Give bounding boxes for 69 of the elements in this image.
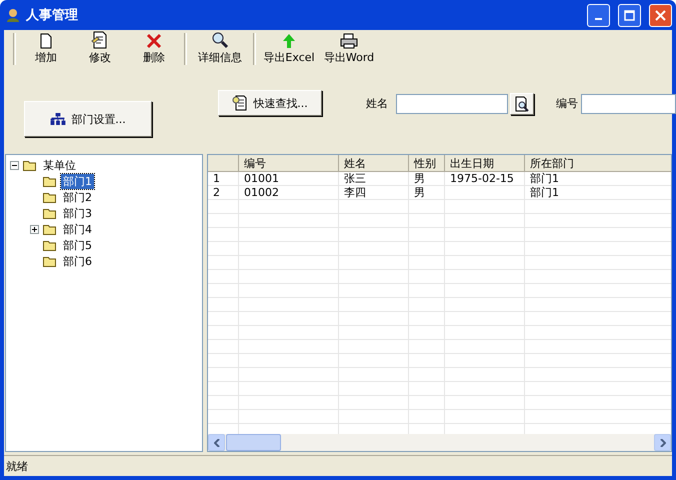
folder-icon <box>23 160 37 170</box>
header-corner <box>208 155 239 172</box>
table-cell-text: 01002 <box>243 186 280 200</box>
table-cell-text: 李四 <box>343 186 367 200</box>
collapse-icon[interactable] <box>10 160 19 170</box>
column-header[interactable]: 出生日期 <box>445 155 525 172</box>
department-settings-button[interactable]: 部门设置... <box>24 101 152 137</box>
expand-icon[interactable] <box>30 224 39 234</box>
folder-icon <box>43 256 57 266</box>
table-cell-text: 部门1 <box>529 172 560 186</box>
toolbar-button[interactable]: 导出Excel <box>259 31 319 68</box>
magnifier-icon <box>211 31 229 49</box>
scroll-right-button[interactable] <box>654 434 671 451</box>
column-header[interactable]: 姓名 <box>339 155 409 172</box>
table-cell-text: 1975-02-15 <box>449 172 515 186</box>
table-cell-text: 部门1 <box>529 186 560 200</box>
cross-icon <box>146 33 162 49</box>
page-icon <box>39 33 53 49</box>
folder-icon <box>43 208 57 218</box>
column-header[interactable]: 编号 <box>239 155 339 172</box>
up-arrow-icon <box>282 33 296 49</box>
name-label: 姓名 <box>366 96 388 111</box>
left-chevron-icon <box>214 438 220 446</box>
scrollbar-thumb[interactable] <box>226 434 281 451</box>
tree-item[interactable]: 某单位 <box>41 158 78 172</box>
document-pencil-icon <box>91 31 109 49</box>
close-button[interactable] <box>649 4 672 26</box>
maximize-icon <box>624 10 635 20</box>
toolbar-button[interactable]: 导出Word <box>319 31 379 68</box>
tree-item[interactable]: 部门3 <box>61 206 94 220</box>
tree-item[interactable]: 部门6 <box>61 254 94 268</box>
tree-item[interactable]: 部门1 <box>61 174 94 188</box>
id-input[interactable] <box>581 94 676 114</box>
window-title: 人事管理 <box>26 7 79 24</box>
table-cell-text: 男 <box>413 186 426 200</box>
table-cell-text: 张三 <box>343 172 367 186</box>
scroll-left-button[interactable] <box>208 434 225 451</box>
toolbar-button[interactable]: 修改 <box>73 29 127 68</box>
search-button[interactable] <box>510 93 534 115</box>
tree-item[interactable]: 部门5 <box>61 238 94 252</box>
person-icon <box>6 8 20 22</box>
toolbar-button[interactable]: 增加 <box>19 31 73 68</box>
org-chart-icon <box>50 113 66 125</box>
name-input[interactable] <box>396 94 508 114</box>
row-number: 2 <box>212 186 221 200</box>
search-icon <box>514 96 530 112</box>
folder-icon <box>43 176 57 186</box>
id-label: 编号 <box>556 96 578 111</box>
maximize-button[interactable] <box>618 4 641 26</box>
column-header[interactable]: 性别 <box>409 155 445 172</box>
close-icon <box>655 10 666 20</box>
folder-icon <box>43 192 57 202</box>
right-chevron-icon <box>660 438 666 446</box>
table-cell-text: 01001 <box>243 172 280 186</box>
folder-icon <box>43 240 57 250</box>
folder-icon <box>43 224 57 234</box>
printer-icon <box>340 33 358 49</box>
tree-item[interactable]: 部门2 <box>61 190 94 204</box>
table-cell-text: 男 <box>413 172 426 186</box>
tree-item[interactable]: 部门4 <box>61 222 94 236</box>
quick-find-button[interactable]: 快速查找... <box>218 90 322 116</box>
status-text: 就绪 <box>6 458 28 474</box>
minimize-button[interactable] <box>587 4 610 26</box>
toolbar-button[interactable]: 详细信息 <box>190 29 250 68</box>
column-header[interactable]: 所在部门 <box>525 155 671 172</box>
row-number: 1 <box>212 172 221 186</box>
document-search-icon <box>232 95 248 111</box>
minimize-icon <box>595 18 602 20</box>
toolbar-button[interactable]: 删除 <box>127 31 181 68</box>
